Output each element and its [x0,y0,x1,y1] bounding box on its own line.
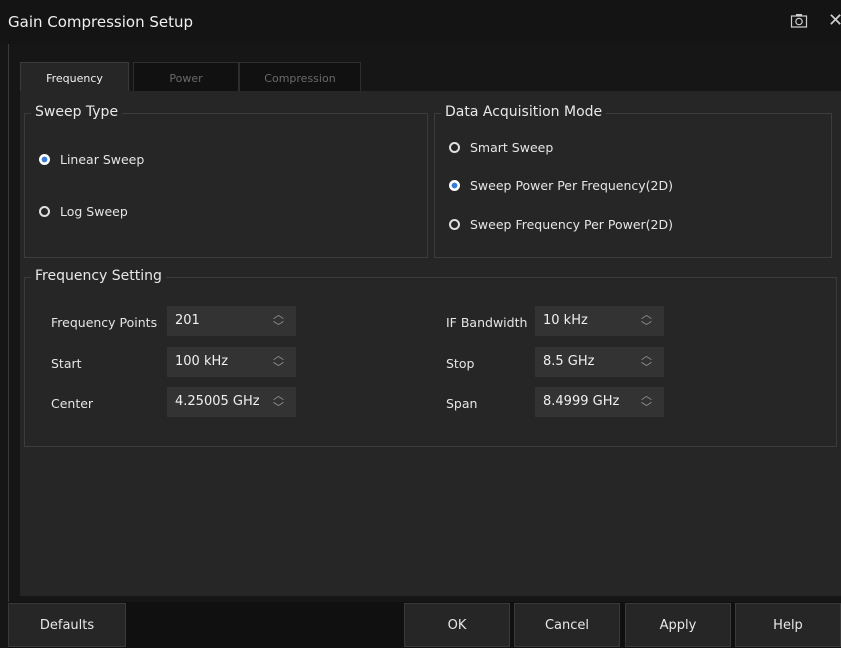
frequency-setting-title: Frequency Setting [31,268,166,284]
radio-label: Log Sweep [60,204,128,219]
radio-unchecked-icon [449,142,460,153]
radio-checked-icon [39,154,50,165]
sweep-type-title: Sweep Type [31,104,123,120]
radio-label: Linear Sweep [60,152,145,167]
tab-compression[interactable]: Compression [239,62,361,94]
cancel-button[interactable]: Cancel [514,603,620,647]
spinbox-value: 10 kHz [543,313,588,328]
chevron-up-icon[interactable]: ︿ [273,309,284,320]
chevron-down-icon[interactable]: ﹀ [641,402,652,413]
sweep-type-group: Sweep Type Linear Sweep Log Sweep [24,104,428,258]
chevron-up-icon[interactable]: ︿ [641,309,652,320]
chevron-up-icon[interactable]: ︿ [641,390,652,401]
tab-label: Power [169,71,203,85]
radio-checked-icon [449,180,460,191]
stop-spinbox[interactable]: 8.5 GHz ︿ ﹀ [535,347,664,377]
spinbox-value: 8.4999 GHz [543,394,620,409]
frequency-points-spinbox[interactable]: 201 ︿ ﹀ [167,306,296,336]
title-bar[interactable]: Gain Compression Setup ✕ [0,0,841,44]
apply-button[interactable]: Apply [625,603,731,647]
frequency-setting-group: Frequency Setting Frequency Points 201 ︿… [24,268,837,447]
chevron-up-icon[interactable]: ︿ [273,350,284,361]
close-icon[interactable]: ✕ [828,10,841,31]
center-label: Center [51,396,94,411]
start-spinbox[interactable]: 100 kHz ︿ ﹀ [167,347,296,377]
chevron-down-icon[interactable]: ﹀ [641,362,652,373]
start-label: Start [51,356,82,371]
defaults-button[interactable]: Defaults [8,603,126,647]
spinbox-value: 100 kHz [175,354,229,369]
linear-sweep-radio[interactable]: Linear Sweep [39,152,144,167]
camera-icon[interactable] [790,12,808,30]
spinbox-value: 4.25005 GHz [175,394,260,409]
chevron-up-icon[interactable]: ︿ [273,390,284,401]
radio-unchecked-icon [39,206,50,217]
radio-label: Smart Sweep [470,140,554,155]
frequency-points-label: Frequency Points [51,315,158,330]
chevron-down-icon[interactable]: ﹀ [641,321,652,332]
center-spinbox[interactable]: 4.25005 GHz ︿ ﹀ [167,387,296,417]
chevron-down-icon[interactable]: ﹀ [273,362,284,373]
tab-power[interactable]: Power [133,62,239,94]
button-bar: Defaults OK Cancel Apply Help [8,602,841,648]
ok-button[interactable]: OK [404,603,510,647]
sweep-frequency-per-power-radio[interactable]: Sweep Frequency Per Power(2D) [449,217,673,232]
gain-compression-dialog: Gain Compression Setup ✕ Frequency Power… [0,0,841,648]
tab-label: Compression [264,71,336,85]
sweep-power-per-frequency-radio[interactable]: Sweep Power Per Frequency(2D) [449,178,673,193]
chevron-down-icon[interactable]: ﹀ [273,321,284,332]
if-bandwidth-spinbox[interactable]: 10 kHz ︿ ﹀ [535,306,664,336]
frequency-tab-panel: Sweep Type Linear Sweep Log Sweep Data A… [20,91,841,596]
span-spinbox[interactable]: 8.4999 GHz ︿ ﹀ [535,387,664,417]
stop-label: Stop [446,356,475,371]
tab-frequency[interactable]: Frequency [20,62,129,93]
radio-label: Sweep Power Per Frequency(2D) [470,178,674,193]
tab-label: Frequency [46,71,103,85]
radio-unchecked-icon [449,219,460,230]
radio-label: Sweep Frequency Per Power(2D) [470,217,674,232]
if-bandwidth-label: IF Bandwidth [446,315,528,330]
spinbox-value: 8.5 GHz [543,354,595,369]
chevron-down-icon[interactable]: ﹀ [273,402,284,413]
span-label: Span [446,396,478,411]
data-acquisition-title: Data Acquisition Mode [441,104,607,120]
help-button[interactable]: Help [735,603,841,647]
spinbox-value: 201 [175,313,200,328]
smart-sweep-radio[interactable]: Smart Sweep [449,140,553,155]
log-sweep-radio[interactable]: Log Sweep [39,204,128,219]
data-acquisition-group: Data Acquisition Mode Smart Sweep Sweep … [434,104,832,258]
window-title: Gain Compression Setup [8,13,194,31]
chevron-up-icon[interactable]: ︿ [641,350,652,361]
